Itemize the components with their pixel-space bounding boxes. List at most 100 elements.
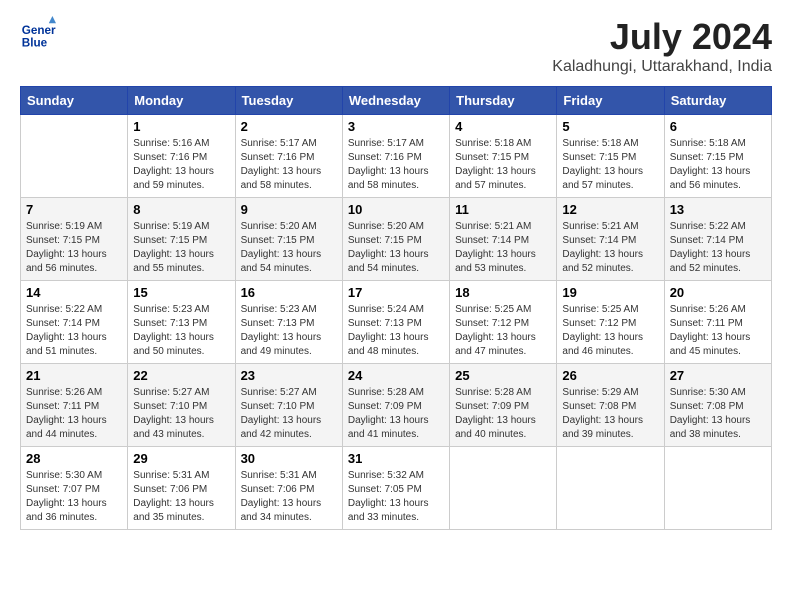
day-number: 24 <box>348 368 444 383</box>
day-number: 20 <box>670 285 766 300</box>
day-number: 28 <box>26 451 122 466</box>
calendar-day-cell: 29Sunrise: 5:31 AMSunset: 7:06 PMDayligh… <box>128 447 235 530</box>
day-number: 6 <box>670 119 766 134</box>
calendar-day-cell <box>450 447 557 530</box>
day-info: Sunrise: 5:27 AMSunset: 7:10 PMDaylight:… <box>133 386 229 442</box>
weekday-header-cell: Sunday <box>21 87 128 115</box>
day-number: 7 <box>26 202 122 217</box>
calendar-day-cell: 13 Sunrise: 5:22 AMSunset: 7:14 PMDayligh… <box>664 198 771 281</box>
day-info: Sunrise: 5:17 AMSunset: 7:16 PMDaylight:… <box>348 137 444 193</box>
calendar-day-cell: 17 Sunrise: 5:24 AMSunset: 7:13 PMDayligh… <box>342 281 449 364</box>
day-info: Sunrise: 5:20 AMSunset: 7:15 PMDaylight:… <box>348 220 444 276</box>
day-info: Sunrise: 5:18 AMSunset: 7:15 PMDaylight:… <box>670 137 766 193</box>
title-area: July 2024 Kaladhungi, Uttarakhand, India <box>552 16 772 76</box>
calendar-table: SundayMondayTuesdayWednesdayThursdayFrid… <box>20 86 772 530</box>
day-number: 10 <box>348 202 444 217</box>
day-number: 30 <box>241 451 337 466</box>
calendar-day-cell: 4Sunrise: 5:18 AMSunset: 7:15 PMDaylight… <box>450 115 557 198</box>
day-info: Sunrise: 5:22 AMSunset: 7:14 PMDaylight:… <box>670 220 766 276</box>
calendar-day-cell: 8 Sunrise: 5:19 AMSunset: 7:15 PMDaylight… <box>128 198 235 281</box>
day-info: Sunrise: 5:31 AMSunset: 7:06 PMDaylight:… <box>241 469 337 525</box>
calendar-day-cell: 23 Sunrise: 5:27 AMSunset: 7:10 PMDayligh… <box>235 364 342 447</box>
day-number: 3 <box>348 119 444 134</box>
svg-text:General: General <box>22 24 56 37</box>
calendar-week-row: 14Sunrise: 5:22 AMSunset: 7:14 PMDayligh… <box>21 281 772 364</box>
day-info: Sunrise: 5:28 AMSunset: 7:09 PMDaylight:… <box>348 386 444 442</box>
day-info: Sunrise: 5:18 AMSunset: 7:15 PMDaylight:… <box>455 137 551 193</box>
calendar-day-cell: 22 Sunrise: 5:27 AMSunset: 7:10 PMDayligh… <box>128 364 235 447</box>
day-number: 13 <box>670 202 766 217</box>
calendar-day-cell: 15Sunrise: 5:23 AMSunset: 7:13 PMDayligh… <box>128 281 235 364</box>
weekday-header-cell: Saturday <box>664 87 771 115</box>
day-number: 26 <box>562 368 658 383</box>
calendar-day-cell: 19 Sunrise: 5:25 AMSunset: 7:12 PMDayligh… <box>557 281 664 364</box>
calendar-day-cell: 14Sunrise: 5:22 AMSunset: 7:14 PMDayligh… <box>21 281 128 364</box>
day-info: Sunrise: 5:29 AMSunset: 7:08 PMDaylight:… <box>562 386 658 442</box>
day-info: Sunrise: 5:21 AMSunset: 7:14 PMDaylight:… <box>562 220 658 276</box>
calendar-week-row: 7 Sunrise: 5:19 AMSunset: 7:15 PMDaylight… <box>21 198 772 281</box>
month-year-title: July 2024 <box>552 16 772 58</box>
day-number: 25 <box>455 368 551 383</box>
day-info: Sunrise: 5:16 AMSunset: 7:16 PMDaylight:… <box>133 137 229 193</box>
location-subtitle: Kaladhungi, Uttarakhand, India <box>552 58 772 76</box>
calendar-day-cell: 1Sunrise: 5:16 AMSunset: 7:16 PMDaylight… <box>128 115 235 198</box>
day-info: Sunrise: 5:19 AMSunset: 7:15 PMDaylight:… <box>133 220 229 276</box>
day-info: Sunrise: 5:21 AMSunset: 7:14 PMDaylight:… <box>455 220 551 276</box>
calendar-day-cell: 16 Sunrise: 5:23 AMSunset: 7:13 PMDayligh… <box>235 281 342 364</box>
calendar-day-cell: 25 Sunrise: 5:28 AMSunset: 7:09 PMDayligh… <box>450 364 557 447</box>
calendar-day-cell: 12Sunrise: 5:21 AMSunset: 7:14 PMDayligh… <box>557 198 664 281</box>
day-info: Sunrise: 5:24 AMSunset: 7:13 PMDaylight:… <box>348 303 444 359</box>
day-info: Sunrise: 5:23 AMSunset: 7:13 PMDaylight:… <box>241 303 337 359</box>
day-info: Sunrise: 5:30 AMSunset: 7:07 PMDaylight:… <box>26 469 122 525</box>
calendar-day-cell: 18Sunrise: 5:25 AMSunset: 7:12 PMDayligh… <box>450 281 557 364</box>
day-info: Sunrise: 5:17 AMSunset: 7:16 PMDaylight:… <box>241 137 337 193</box>
calendar-day-cell: 24 Sunrise: 5:28 AMSunset: 7:09 PMDayligh… <box>342 364 449 447</box>
day-number: 8 <box>133 202 229 217</box>
day-info: Sunrise: 5:19 AMSunset: 7:15 PMDaylight:… <box>26 220 122 276</box>
day-number: 22 <box>133 368 229 383</box>
calendar-day-cell <box>664 447 771 530</box>
calendar-day-cell <box>557 447 664 530</box>
calendar-day-cell: 6 Sunrise: 5:18 AMSunset: 7:15 PMDaylight… <box>664 115 771 198</box>
calendar-day-cell: 20Sunrise: 5:26 AMSunset: 7:11 PMDayligh… <box>664 281 771 364</box>
day-number: 17 <box>348 285 444 300</box>
day-number: 27 <box>670 368 766 383</box>
calendar-day-cell: 27Sunrise: 5:30 AMSunset: 7:08 PMDayligh… <box>664 364 771 447</box>
weekday-header-row: SundayMondayTuesdayWednesdayThursdayFrid… <box>21 87 772 115</box>
day-info: Sunrise: 5:28 AMSunset: 7:09 PMDaylight:… <box>455 386 551 442</box>
day-number: 23 <box>241 368 337 383</box>
logo-icon: General Blue <box>20 16 56 52</box>
day-info: Sunrise: 5:32 AMSunset: 7:05 PMDaylight:… <box>348 469 444 525</box>
weekday-header-cell: Friday <box>557 87 664 115</box>
day-info: Sunrise: 5:25 AMSunset: 7:12 PMDaylight:… <box>562 303 658 359</box>
calendar-day-cell: 21Sunrise: 5:26 AMSunset: 7:11 PMDayligh… <box>21 364 128 447</box>
header: General Blue July 2024 Kaladhungi, Uttar… <box>20 16 772 76</box>
calendar-week-row: 1Sunrise: 5:16 AMSunset: 7:16 PMDaylight… <box>21 115 772 198</box>
day-number: 19 <box>562 285 658 300</box>
day-info: Sunrise: 5:22 AMSunset: 7:14 PMDaylight:… <box>26 303 122 359</box>
weekday-header-cell: Wednesday <box>342 87 449 115</box>
day-info: Sunrise: 5:26 AMSunset: 7:11 PMDaylight:… <box>26 386 122 442</box>
calendar-day-cell: 3 Sunrise: 5:17 AMSunset: 7:16 PMDaylight… <box>342 115 449 198</box>
day-info: Sunrise: 5:18 AMSunset: 7:15 PMDaylight:… <box>562 137 658 193</box>
day-number: 9 <box>241 202 337 217</box>
day-number: 5 <box>562 119 658 134</box>
calendar-body: 1Sunrise: 5:16 AMSunset: 7:16 PMDaylight… <box>21 115 772 530</box>
calendar-day-cell: 7 Sunrise: 5:19 AMSunset: 7:15 PMDaylight… <box>21 198 128 281</box>
day-info: Sunrise: 5:27 AMSunset: 7:10 PMDaylight:… <box>241 386 337 442</box>
calendar-day-cell: 26 Sunrise: 5:29 AMSunset: 7:08 PMDayligh… <box>557 364 664 447</box>
calendar-week-row: 28 Sunrise: 5:30 AMSunset: 7:07 PMDayligh… <box>21 447 772 530</box>
svg-text:Blue: Blue <box>22 37 48 50</box>
day-info: Sunrise: 5:23 AMSunset: 7:13 PMDaylight:… <box>133 303 229 359</box>
day-number: 16 <box>241 285 337 300</box>
logo: General Blue <box>20 16 56 52</box>
calendar-day-cell: 2Sunrise: 5:17 AMSunset: 7:16 PMDaylight… <box>235 115 342 198</box>
calendar-day-cell: 10 Sunrise: 5:20 AMSunset: 7:15 PMDayligh… <box>342 198 449 281</box>
calendar-day-cell <box>21 115 128 198</box>
calendar-day-cell: 31 Sunrise: 5:32 AMSunset: 7:05 PMDayligh… <box>342 447 449 530</box>
weekday-header-cell: Monday <box>128 87 235 115</box>
calendar-day-cell: 28 Sunrise: 5:30 AMSunset: 7:07 PMDayligh… <box>21 447 128 530</box>
weekday-header-cell: Thursday <box>450 87 557 115</box>
day-number: 31 <box>348 451 444 466</box>
day-number: 18 <box>455 285 551 300</box>
